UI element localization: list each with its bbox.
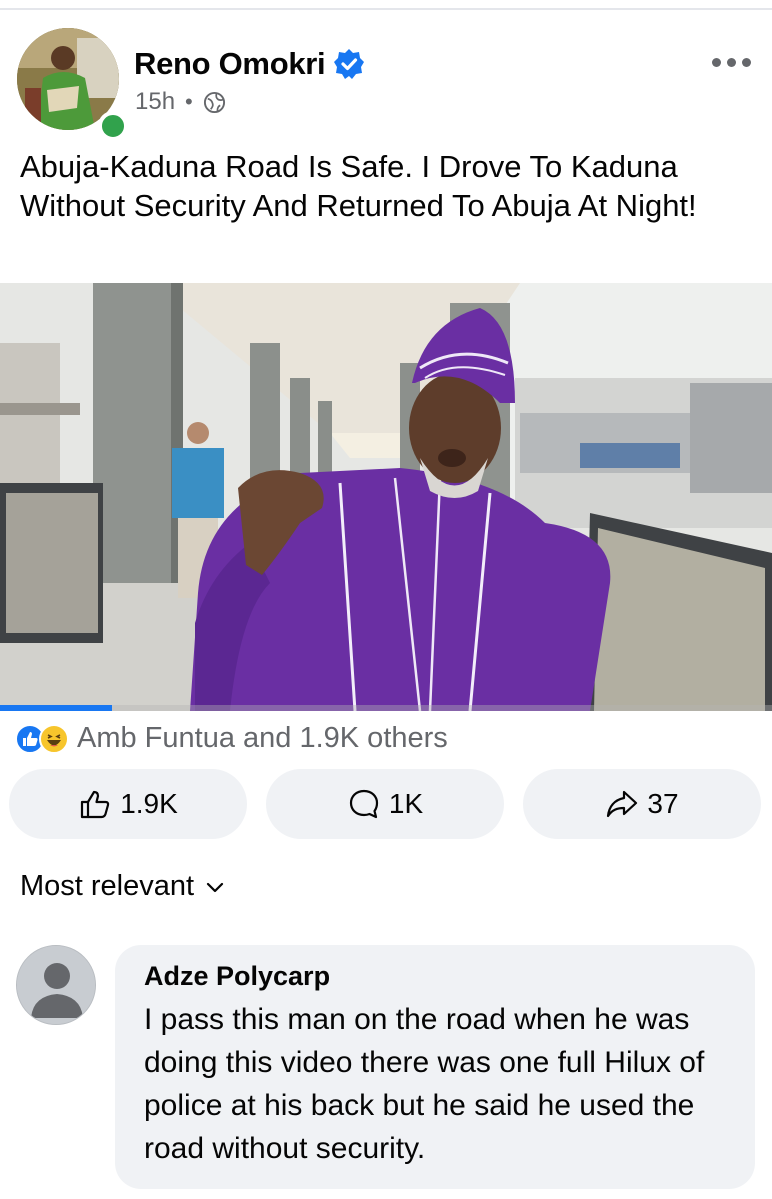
video-frame xyxy=(0,283,772,711)
chevron-down-icon xyxy=(206,882,224,892)
video-progress-bar[interactable] xyxy=(0,705,772,711)
post-time[interactable]: 15h xyxy=(135,88,175,116)
share-button[interactable]: 37 xyxy=(523,769,761,839)
like-button[interactable]: 1.9K xyxy=(9,769,247,839)
comment-bubble: Adze Polycarp I pass this man on the roa… xyxy=(115,945,755,1189)
meta-separator: • xyxy=(185,89,193,114)
share-count: 37 xyxy=(647,788,679,819)
thumbs-up-icon xyxy=(81,790,110,819)
more-options-button[interactable] xyxy=(712,58,751,67)
share-icon xyxy=(607,790,638,818)
post-actions: 1.9K 1K 37 xyxy=(9,769,765,839)
comment-sort-dropdown[interactable]: Most relevant xyxy=(20,870,226,903)
haha-icon xyxy=(39,723,69,754)
comment-icon xyxy=(349,789,378,819)
comment-count: 1K xyxy=(388,788,424,819)
author-name[interactable]: Reno Omokri xyxy=(134,46,326,82)
comment-text: I pass this man on the road when he was … xyxy=(144,1003,705,1165)
online-status-dot xyxy=(98,111,128,141)
more-dot-icon xyxy=(712,58,721,67)
top-divider xyxy=(0,8,772,10)
reactions-text: Amb Funtua and 1.9K others xyxy=(77,722,448,754)
reactions-summary[interactable]: Amb Funtua and 1.9K others xyxy=(15,722,448,755)
sort-label: Most relevant xyxy=(20,870,195,902)
post-text: Abuja-Kaduna Road Is Safe. I Drove To Ka… xyxy=(20,149,697,223)
commenter-avatar[interactable] xyxy=(16,945,96,1025)
video-progress-fill xyxy=(0,705,112,711)
more-dot-icon xyxy=(742,58,751,67)
verified-badge-icon xyxy=(334,49,365,79)
more-dot-icon xyxy=(727,58,736,67)
globe-icon xyxy=(203,91,225,113)
default-profile-icon xyxy=(17,946,95,1024)
comment-author[interactable]: Adze Polycarp xyxy=(144,961,727,992)
post-video[interactable] xyxy=(0,283,772,711)
post-header: Reno Omokri 15h • xyxy=(0,22,772,141)
comment-button[interactable]: 1K xyxy=(266,769,504,839)
like-count: 1.9K xyxy=(120,788,178,819)
